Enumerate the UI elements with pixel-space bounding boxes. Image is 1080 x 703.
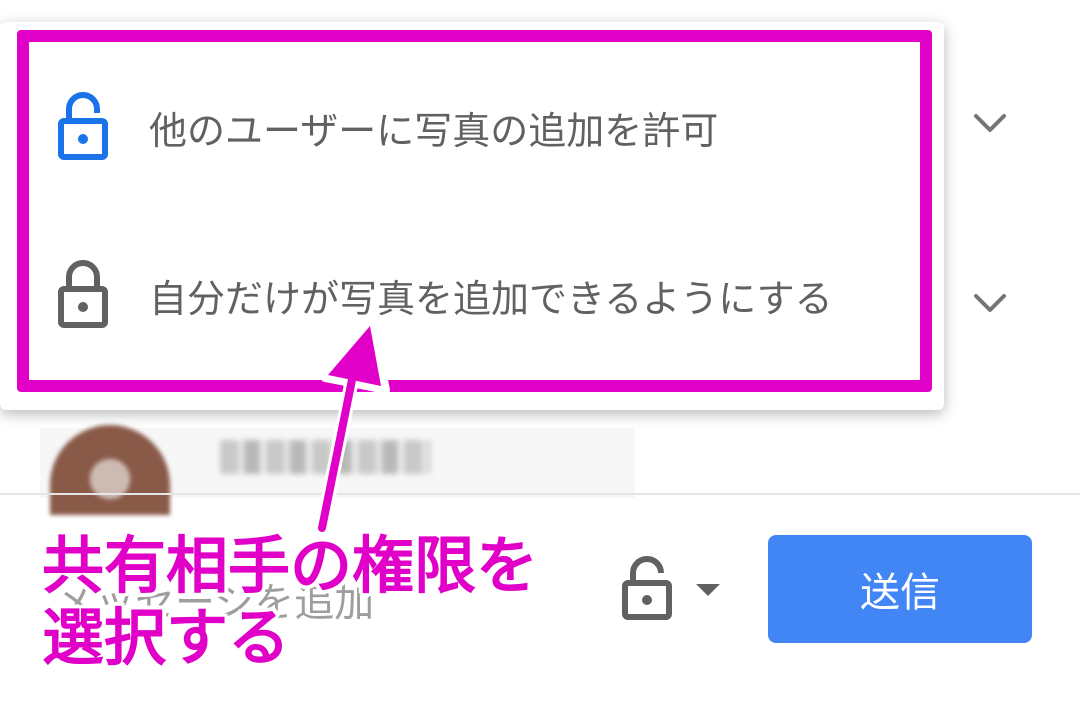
menu-item-only-me[interactable]: 自分だけが写真を追加できるようにする	[30, 220, 910, 370]
annotation-caption: 共有相手の権限を 選択する	[42, 530, 538, 674]
annotation-line-2: 選択する	[42, 601, 291, 674]
lock-closed-icon	[58, 260, 108, 328]
menu-item-label: 他のユーザーに写真の追加を許可	[149, 108, 719, 153]
chevron-down-icon[interactable]	[970, 103, 1010, 143]
menu-item-allow-others[interactable]: 他のユーザーに写真の追加を許可	[30, 52, 910, 202]
menu-item-label: 自分だけが写真を追加できるようにする	[149, 276, 833, 321]
annotation-line-1: 共有相手の権限を	[42, 529, 539, 602]
contact-name-blurred	[220, 440, 430, 474]
divider	[0, 493, 1080, 495]
permission-dropdown[interactable]	[615, 555, 730, 625]
permission-menu: 他のユーザーに写真の追加を許可 自分だけが写真を追加できるようにする	[0, 22, 944, 410]
send-button[interactable]: 送信	[768, 535, 1032, 643]
lock-open-icon	[58, 92, 108, 160]
caret-down-icon	[696, 584, 720, 596]
chevron-down-icon[interactable]	[970, 283, 1010, 323]
